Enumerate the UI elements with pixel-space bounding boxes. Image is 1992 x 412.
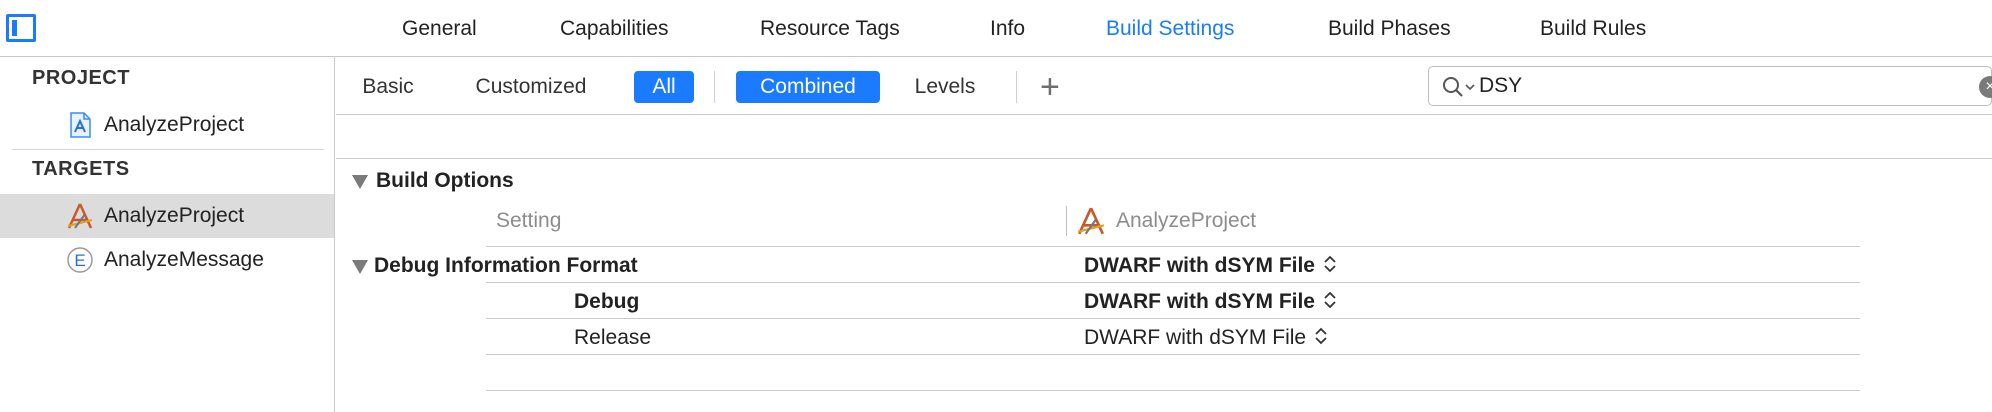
extension-target-icon: E bbox=[67, 247, 93, 273]
tab-build-phases[interactable]: Build Phases bbox=[1328, 0, 1451, 57]
tab-general[interactable]: General bbox=[402, 0, 477, 57]
app-target-icon bbox=[1077, 207, 1105, 235]
tab-capabilities[interactable]: Capabilities bbox=[560, 0, 669, 57]
filter-all[interactable]: All bbox=[634, 71, 694, 103]
tab-info[interactable]: Info bbox=[990, 0, 1025, 57]
column-header-setting: Setting bbox=[496, 209, 562, 232]
divider bbox=[486, 318, 1860, 319]
setting-value-release[interactable]: DWARF with dSYM File bbox=[1084, 326, 1328, 350]
target-item-label: AnalyzeMessage bbox=[104, 248, 264, 271]
editor-tab-bar: General Capabilities Resource Tags Info … bbox=[0, 0, 1992, 57]
setting-row-debug: Debug bbox=[574, 290, 640, 313]
targets-section-header: TARGETS bbox=[32, 158, 130, 180]
filter-levels[interactable]: Levels bbox=[908, 71, 982, 103]
add-setting-button[interactable]: + bbox=[1040, 67, 1060, 107]
divider bbox=[486, 354, 1860, 355]
project-targets-list: PROJECT AnalyzeProject TARGETS AnalyzePr… bbox=[0, 57, 335, 412]
target-item-analyzeproject[interactable]: AnalyzeProject bbox=[0, 194, 334, 238]
setting-value-debug[interactable]: DWARF with dSYM File bbox=[1084, 290, 1337, 314]
tab-build-rules[interactable]: Build Rules bbox=[1540, 0, 1646, 57]
divider bbox=[12, 149, 324, 150]
app-target-icon bbox=[67, 203, 93, 229]
divider bbox=[486, 282, 1860, 283]
search-input[interactable] bbox=[1479, 71, 1949, 101]
navigator-toggle-icon[interactable] bbox=[6, 14, 36, 42]
divider bbox=[1066, 206, 1067, 236]
setting-value-combined[interactable]: DWARF with dSYM File bbox=[1084, 254, 1337, 278]
disclosure-triangle-icon[interactable] bbox=[352, 175, 368, 189]
target-item-label: AnalyzeProject bbox=[104, 204, 245, 227]
section-title-build-options: Build Options bbox=[376, 169, 514, 192]
setting-name-debug-information-format: Debug Information Format bbox=[374, 254, 638, 277]
column-header-target: AnalyzeProject bbox=[1116, 209, 1257, 232]
divider bbox=[336, 158, 1992, 159]
project-item[interactable]: AnalyzeProject bbox=[0, 103, 334, 147]
tab-build-settings[interactable]: Build Settings bbox=[1106, 0, 1234, 57]
stepper-icon bbox=[1324, 255, 1336, 273]
setting-value-label: DWARF with dSYM File bbox=[1084, 290, 1315, 313]
setting-value-label: DWARF with dSYM File bbox=[1084, 254, 1315, 277]
build-settings-filter-bar: Basic Customized All Combined Levels + × bbox=[336, 57, 1992, 115]
disclosure-triangle-icon[interactable] bbox=[352, 260, 368, 274]
project-item-label: AnalyzeProject bbox=[104, 113, 245, 136]
project-section-header: PROJECT bbox=[32, 67, 130, 89]
divider bbox=[486, 390, 1860, 391]
divider bbox=[714, 71, 715, 103]
project-file-icon bbox=[70, 112, 91, 138]
search-field[interactable]: × bbox=[1428, 66, 1992, 106]
stepper-icon bbox=[1324, 291, 1336, 309]
setting-value-label: DWARF with dSYM File bbox=[1084, 326, 1307, 349]
divider bbox=[486, 246, 1860, 247]
stepper-icon bbox=[1315, 327, 1327, 345]
clear-search-icon[interactable]: × bbox=[1979, 76, 1992, 98]
filter-combined[interactable]: Combined bbox=[736, 71, 880, 103]
target-item-analyzemessage[interactable]: E AnalyzeMessage bbox=[0, 238, 334, 282]
filter-customized[interactable]: Customized bbox=[468, 71, 594, 103]
svg-text:E: E bbox=[74, 251, 85, 270]
filter-basic[interactable]: Basic bbox=[356, 71, 420, 103]
divider bbox=[1016, 71, 1017, 103]
setting-row-release: Release bbox=[574, 326, 652, 349]
search-icon bbox=[1443, 77, 1475, 97]
tab-resource-tags[interactable]: Resource Tags bbox=[760, 0, 900, 57]
